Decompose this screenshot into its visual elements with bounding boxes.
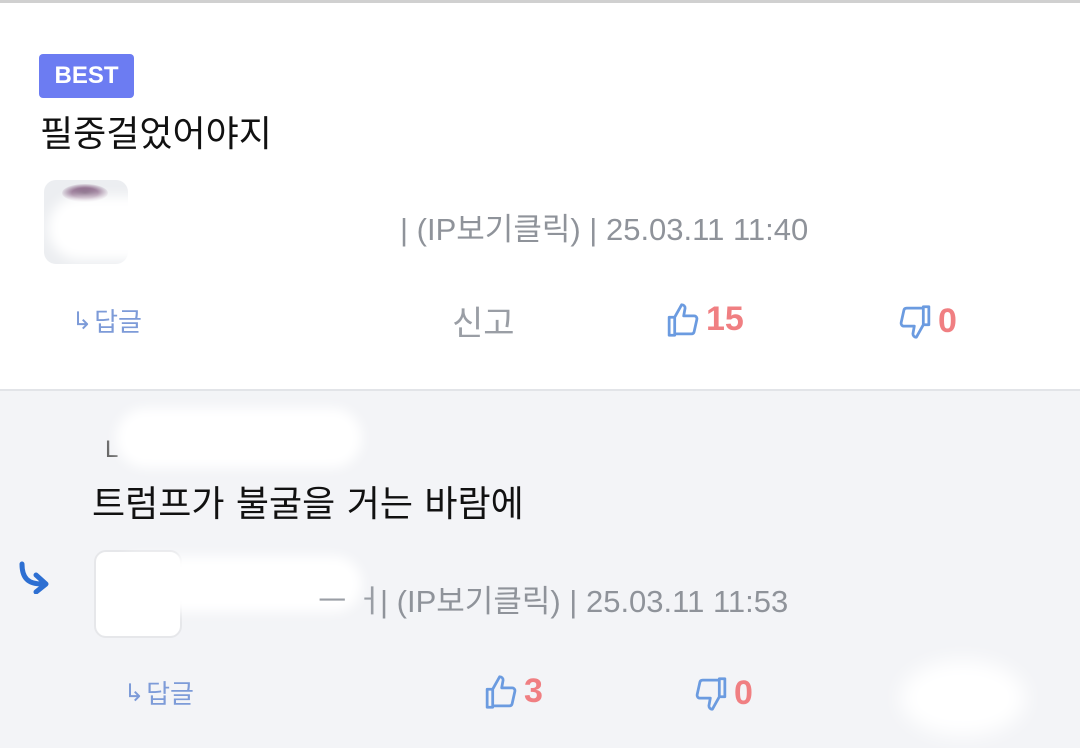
nested-reply-icon [16,560,54,598]
reply-like-count: 3 [524,672,543,710]
reply-arrow-icon: ↳ [124,678,145,707]
reply-button[interactable]: ↳ 답글 [72,302,142,339]
author-name-redacted [48,196,388,260]
thumbs-up-icon [666,302,700,338]
reply-meta: | (IP보기클릭) | 25.03.11 11:53 [380,584,789,619]
reply-arrow-icon: ↳ [72,306,93,335]
report-button[interactable]: 신고 [452,296,515,345]
reply-like-button[interactable]: 3 [484,672,543,711]
reply-reply-button[interactable]: ↳ 답글 [124,674,194,711]
reply-dislike-count: 0 [734,674,753,712]
thumbs-down-icon [694,676,728,712]
reply-meta-prefix: ㅡ ㅓ [318,584,384,619]
reply-label: 답글 [146,680,194,710]
reply-label: 답글 [94,308,142,338]
comment-text: 필중걸었어야지 [40,114,272,155]
reply-dislike-button[interactable]: 0 [694,674,753,713]
redaction-blob [900,660,1026,736]
like-button[interactable]: 15 [666,300,744,339]
best-badge: BEST [39,54,134,98]
dislike-button[interactable]: 0 [898,302,957,341]
reply-text: 트럼프가 불굴을 거는 바람에 [92,484,524,525]
like-count: 15 [706,300,744,338]
thumbs-down-icon [898,304,932,340]
dislike-count: 0 [938,302,957,340]
comment-meta: | (IP보기클릭) | 25.03.11 11:40 [400,212,809,247]
thumbs-up-icon [484,674,518,710]
reply-author-redacted [116,408,362,468]
